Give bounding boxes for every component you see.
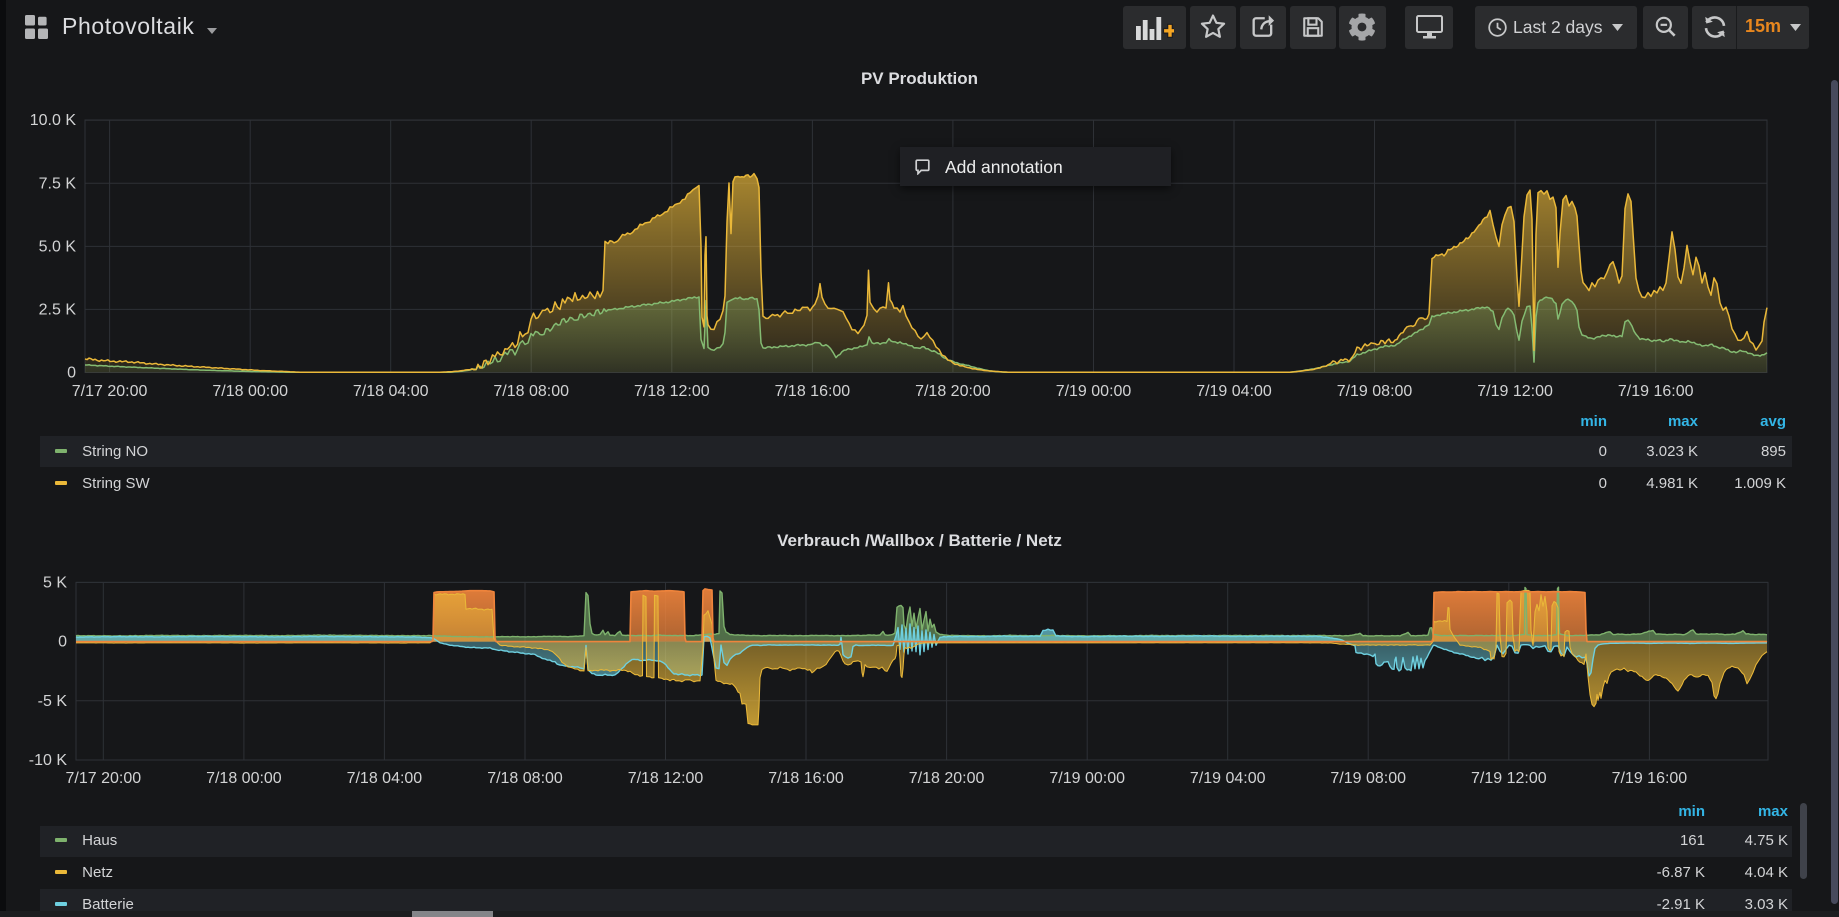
svg-text:7/18 20:00: 7/18 20:00 xyxy=(915,383,991,400)
svg-text:-5 K: -5 K xyxy=(38,693,68,710)
svg-text:7/19 12:00: 7/19 12:00 xyxy=(1471,770,1547,787)
svg-text:7/19 08:00: 7/19 08:00 xyxy=(1337,383,1413,400)
svg-text:7/19 16:00: 7/19 16:00 xyxy=(1618,383,1694,400)
svg-text:7/18 00:00: 7/18 00:00 xyxy=(212,383,288,400)
svg-text:7/18 08:00: 7/18 08:00 xyxy=(493,383,569,400)
svg-text:5 K: 5 K xyxy=(43,574,67,591)
svg-text:7/17 20:00: 7/17 20:00 xyxy=(65,770,141,787)
svg-text:5.0 K: 5.0 K xyxy=(39,238,77,255)
svg-text:7/18 04:00: 7/18 04:00 xyxy=(347,770,423,787)
svg-text:2.5 K: 2.5 K xyxy=(39,301,77,318)
svg-text:7/19 00:00: 7/19 00:00 xyxy=(1056,383,1132,400)
svg-text:10.0 K: 10.0 K xyxy=(30,112,77,129)
svg-text:0: 0 xyxy=(67,365,76,382)
svg-text:7/18 16:00: 7/18 16:00 xyxy=(768,770,844,787)
svg-text:7/19 08:00: 7/19 08:00 xyxy=(1330,770,1406,787)
svg-text:7/19 12:00: 7/19 12:00 xyxy=(1477,383,1553,400)
svg-text:7/19 04:00: 7/19 04:00 xyxy=(1196,383,1272,400)
svg-text:7/18 20:00: 7/18 20:00 xyxy=(909,770,985,787)
svg-text:7/19 04:00: 7/19 04:00 xyxy=(1190,770,1266,787)
svg-text:7/17 20:00: 7/17 20:00 xyxy=(72,383,148,400)
svg-text:0: 0 xyxy=(58,634,67,651)
svg-text:7/18 12:00: 7/18 12:00 xyxy=(628,770,704,787)
svg-text:-10 K: -10 K xyxy=(29,752,68,769)
svg-text:7/18 12:00: 7/18 12:00 xyxy=(634,383,710,400)
svg-text:7/18 16:00: 7/18 16:00 xyxy=(775,383,851,400)
svg-text:7.5 K: 7.5 K xyxy=(39,175,77,192)
svg-text:7/19 16:00: 7/19 16:00 xyxy=(1612,770,1688,787)
svg-text:7/18 00:00: 7/18 00:00 xyxy=(206,770,282,787)
svg-text:7/18 08:00: 7/18 08:00 xyxy=(487,770,563,787)
svg-text:7/18 04:00: 7/18 04:00 xyxy=(353,383,429,400)
svg-text:7/19 00:00: 7/19 00:00 xyxy=(1049,770,1125,787)
